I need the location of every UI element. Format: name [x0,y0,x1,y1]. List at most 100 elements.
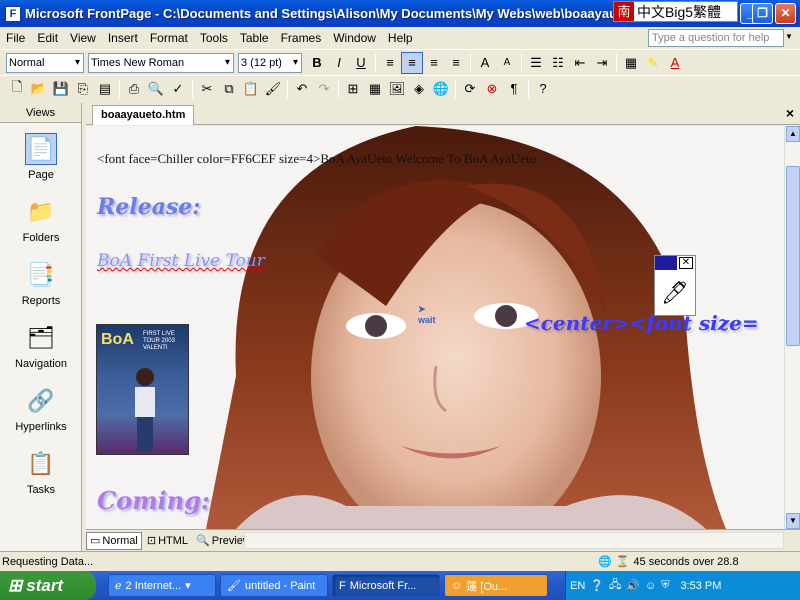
menu-format[interactable]: Format [144,31,194,45]
underline-icon[interactable]: U [350,52,372,74]
page-view-icon: 📄 [25,133,57,165]
view-hyperlinks[interactable]: 🔗 Hyperlinks [0,385,82,433]
close-button[interactable]: ✕ [775,3,796,24]
spelling-icon[interactable]: ✓ [167,78,189,100]
insert-table-icon[interactable]: ▦ [364,78,386,100]
menu-edit[interactable]: Edit [31,31,64,45]
floating-image-window[interactable]: ✕ 🖊 [654,255,696,316]
cut-icon[interactable]: ✂ [196,78,218,100]
hyperlink-icon[interactable]: 🌐 [430,78,452,100]
view-navigation[interactable]: 🗂 Navigation [0,322,82,370]
stop-icon[interactable]: ⊗ [481,78,503,100]
numbering-icon[interactable]: ☰ [525,52,547,74]
view-reports-label: Reports [21,295,61,307]
first-live-tour-text[interactable]: BoA First Live Tour [97,251,265,271]
decrease-font-icon[interactable]: A [496,52,518,74]
tab-normal[interactable]: ▭ Normal [86,531,142,550]
folder-list-icon[interactable]: ▤ [94,78,116,100]
font-size-select[interactable]: 3 (12 pt) [238,52,302,73]
chevron-down-icon[interactable]: ▼ [785,32,793,41]
preview-icon[interactable]: 🔍 [145,78,167,100]
menu-bar: File Edit View Insert Format Tools Table… [0,27,800,49]
align-center-icon[interactable]: ≡ [401,51,423,74]
volume-icon[interactable]: 🔊 [626,579,640,592]
wait-cursor-icon: ➤ wait [418,304,436,325]
menu-frames[interactable]: Frames [275,31,328,45]
restore-button[interactable]: ❐ [752,3,773,24]
close-icon[interactable]: ✕ [679,257,693,269]
refresh-icon[interactable]: ⟳ [459,78,481,100]
show-all-icon[interactable]: ¶ [503,78,525,100]
paste-icon[interactable]: 📋 [240,78,262,100]
bold-icon[interactable]: B [306,52,328,74]
globe-icon: 🌐 [598,556,612,568]
task-internet[interactable]: ℯ2 Internet... ▾ [108,574,216,597]
help-icon[interactable]: ? [532,78,554,100]
boa-tour-poster-image[interactable]: BoA FIRST LIVE TOUR 2003 VALENTI [96,324,189,455]
view-reports[interactable]: 📑 Reports [0,259,82,307]
menu-help[interactable]: Help [382,31,419,45]
status-bar: Requesting Data... 🌐 ⌛ 45 seconds over 2… [0,551,800,571]
frontpage-app-icon[interactable]: F [5,5,21,22]
view-folders[interactable]: 📁 Folders [0,196,82,244]
horizontal-scrollbar[interactable] [244,532,784,549]
menu-insert[interactable]: Insert [102,31,144,45]
save-icon[interactable]: 💾 [50,78,72,100]
network-icon[interactable]: 🖧 [609,576,621,595]
folder-icon: 📁 [27,199,55,224]
scroll-up-icon[interactable]: ▲ [786,126,800,142]
task-frontpage[interactable]: F Microsoft Fr... [332,574,440,597]
menu-window[interactable]: Window [327,31,382,45]
print-icon[interactable]: ⎙ [123,78,145,100]
document-tab[interactable]: boaayaueto.htm [92,105,195,125]
web-component-icon[interactable]: ⊞ [342,78,364,100]
font-color-icon[interactable]: A [664,52,686,74]
task-messenger[interactable]: ☺ 蓮 [Ou... [444,574,548,597]
align-right-icon[interactable]: ≡ [423,52,445,74]
scroll-down-icon[interactable]: ▼ [786,513,800,529]
frontpage-icon: F [339,579,346,592]
highlight-icon[interactable]: ✎ [642,52,664,74]
style-select[interactable]: Normal [6,52,84,73]
justify-icon[interactable]: ≡ [445,52,467,74]
tray-help-icon[interactable]: ❔ [590,579,604,592]
view-tasks[interactable]: 📋 Tasks [0,448,82,496]
security-icon[interactable]: ⛨ [661,579,669,592]
drawing-icon[interactable]: ◈ [408,78,430,100]
tab-html[interactable]: ⊡ HTML [144,532,191,550]
decrease-indent-icon[interactable]: ⇤ [569,52,591,74]
new-page-icon[interactable]: 🗋 [6,78,28,100]
language-indicator[interactable]: EN [570,580,585,592]
start-button[interactable]: ⊞ start [0,571,96,600]
menu-tools[interactable]: Tools [194,31,234,45]
menu-table[interactable]: Table [234,31,275,45]
open-folder-icon[interactable]: 📂 [28,78,50,100]
view-page[interactable]: 📄 Page [0,133,82,181]
page-editor-canvas[interactable]: <font face=Chiller color=FF6CEF size=4>B… [86,126,784,529]
bullets-icon[interactable]: ☷ [547,52,569,74]
italic-icon[interactable]: I [328,52,350,74]
increase-indent-icon[interactable]: ⇥ [591,52,613,74]
help-search-input[interactable]: Type a question for help [648,29,784,47]
task-paint[interactable]: 🖌 untitled - Paint [220,574,328,597]
messenger-tray-icon[interactable]: ☺ [645,580,656,592]
close-document-icon[interactable]: × [786,105,794,121]
copy-icon[interactable]: ⧉ [218,78,240,100]
publish-icon[interactable]: ⎘ [72,78,94,100]
ie-icon: ℯ [115,580,122,592]
align-left-icon[interactable]: ≡ [379,52,401,74]
insert-picture-icon[interactable]: 🖼 [386,78,408,100]
menu-view[interactable]: View [64,31,102,45]
scroll-thumb[interactable] [786,166,800,346]
tasks-icon: 📋 [27,451,55,476]
font-select[interactable]: Times New Roman [88,52,234,73]
format-painter-icon[interactable]: 🖌 [262,78,284,100]
increase-font-icon[interactable]: A [474,52,496,74]
ime-toolbar[interactable]: 南 中文Big5繁體 [613,1,738,22]
vertical-scrollbar[interactable]: ▲ ▼ [784,126,800,529]
redo-icon[interactable]: ↷ [313,78,335,100]
borders-icon[interactable]: ▦ [620,52,642,74]
menu-file[interactable]: File [0,31,31,45]
undo-icon[interactable]: ↶ [291,78,313,100]
clock[interactable]: 3:53 PM [680,580,721,592]
